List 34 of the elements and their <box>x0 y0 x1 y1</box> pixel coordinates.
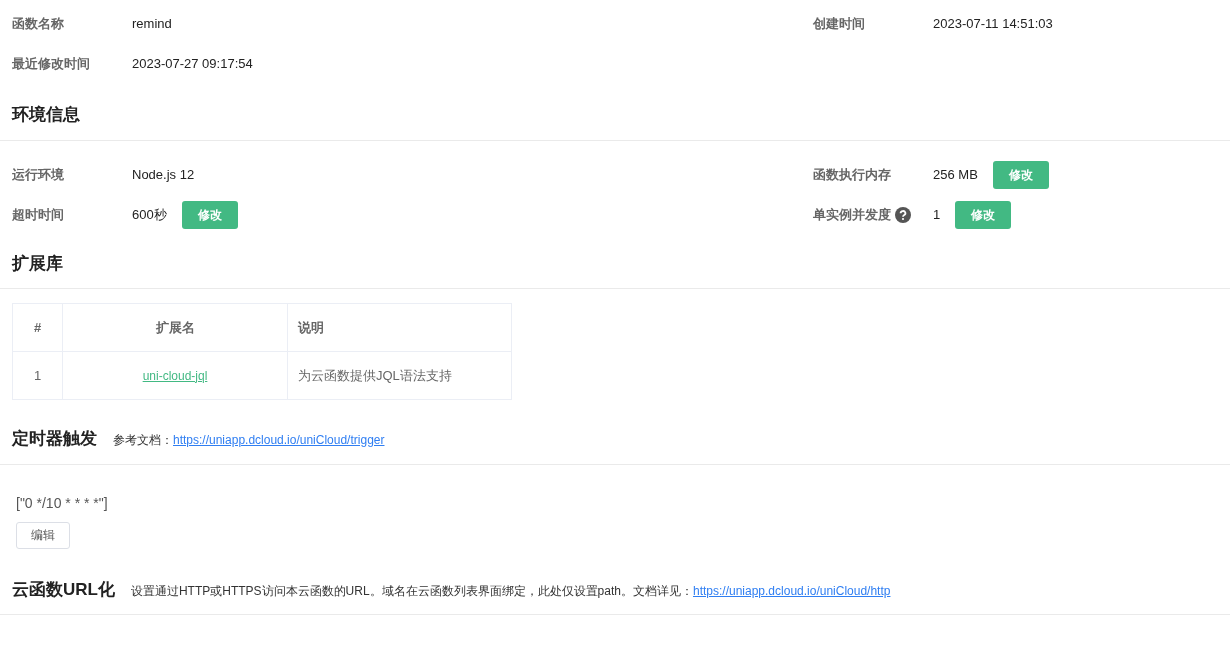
field-label: 运行环境 <box>12 165 64 184</box>
section-title: 扩展库 <box>12 252 63 275</box>
table-cell: 为云函数提供JQL语法支持 <box>287 351 512 400</box>
field-value: Node.js 12 <box>132 165 195 184</box>
doc-link[interactable]: https://uniapp.dcloud.io/uniCloud/trigger <box>173 433 385 447</box>
field-label: 函数名称 <box>12 15 64 34</box>
edit-button[interactable]: 编辑 <box>16 521 70 549</box>
field-value: 600秒 <box>132 205 167 224</box>
table-cell: 1 <box>12 351 63 400</box>
edit-button[interactable]: 修改 <box>955 200 1012 229</box>
edit-button[interactable]: 修改 <box>992 160 1049 189</box>
column-header: # <box>12 303 63 352</box>
field-label: 函数执行内存 <box>813 165 891 184</box>
section-title: 定时器触发 <box>12 428 97 450</box>
url-description: 设置通过HTTP或HTTPS访问本云函数的URL。域名在云函数列表界面绑定，此处仅设置path。文档详见：https://uniapp.dcloud.io/uniCloud/http <box>130 582 891 600</box>
doc-link[interactable]: https://uniapp.dcloud.io/uniCloud/http <box>693 583 891 598</box>
extension-link[interactable]: uni-cloud-jql <box>142 368 208 383</box>
field-value: 2023-07-11 14:51:03 <box>933 15 1053 34</box>
field-value: remind <box>132 15 172 34</box>
section-title: 云函数URL化 <box>12 578 115 601</box>
column-header: 扩展名 <box>62 303 288 352</box>
field-label: 创建时间 <box>813 15 865 34</box>
field-label: 最近修改时间 <box>12 55 90 74</box>
field-label: 超时时间 <box>12 205 64 224</box>
column-header: 说明 <box>287 303 512 352</box>
help-icon[interactable] <box>895 206 911 223</box>
field-value: 1 <box>933 205 941 224</box>
cron-expression: ["0 */10 * * * *"] <box>16 493 109 513</box>
section-title: 环境信息 <box>12 104 80 126</box>
field-value: 2023-07-27 09:17:54 <box>132 55 253 74</box>
edit-button[interactable]: 修改 <box>181 200 238 229</box>
doc-reference: 参考文档：https://uniapp.dcloud.io/uniCloud/trigger <box>113 432 385 449</box>
field-label: 单实例并发度 <box>813 205 891 224</box>
field-value: 256 MB <box>933 165 978 184</box>
